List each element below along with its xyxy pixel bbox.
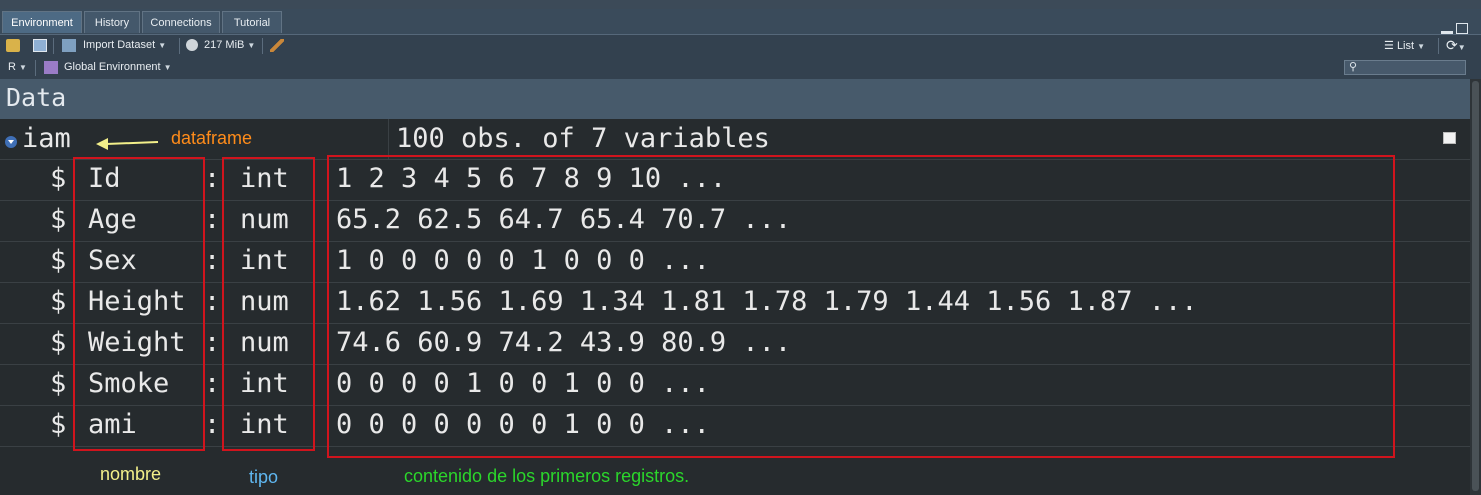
import-dataset-label: Import Dataset — [83, 39, 156, 51]
colon-separator: : — [204, 327, 221, 358]
annotation-contenido: contenido de los primeros registros. — [404, 466, 690, 486]
chevron-down-icon: ▼ — [19, 63, 27, 72]
open-workspace-icon[interactable] — [6, 39, 20, 52]
scrollbar-thumb[interactable] — [1472, 81, 1479, 491]
name-column-highlight — [73, 157, 205, 451]
section-title: Data — [6, 83, 67, 112]
dollar-sign: $ — [50, 327, 67, 358]
memory-usage-label: 217 MiB — [204, 39, 245, 51]
annotation-arrow-icon — [96, 138, 159, 150]
chevron-down-icon: ▼ — [163, 63, 172, 72]
tab-connections[interactable]: Connections — [142, 11, 220, 33]
colon-separator: : — [204, 368, 221, 399]
environment-icon — [44, 61, 58, 74]
window-top-strip — [0, 0, 1481, 9]
annotation-nombre: nombre — [100, 464, 162, 484]
tab-environment[interactable]: Environment — [2, 11, 82, 33]
chevron-down-icon: ▼ — [158, 41, 167, 50]
tab-history[interactable]: History — [84, 11, 140, 33]
chevron-down-icon: ▼ — [247, 41, 256, 50]
annotation-tipo: tipo — [249, 467, 279, 487]
vertical-scrollbar[interactable] — [1470, 79, 1481, 495]
language-select[interactable]: R ▼ — [8, 61, 27, 73]
colon-separator: : — [204, 163, 221, 194]
dollar-sign: $ — [50, 409, 67, 440]
dollar-sign: $ — [50, 163, 67, 194]
dollar-sign: $ — [50, 368, 67, 399]
dollar-sign: $ — [50, 204, 67, 235]
maximize-icon[interactable] — [1456, 23, 1468, 34]
collapse-icon[interactable] — [5, 136, 17, 148]
search-input[interactable]: ⚲ — [1344, 60, 1466, 75]
minimize-icon[interactable] — [1441, 31, 1453, 34]
language-label: R — [8, 61, 16, 73]
broom-icon[interactable] — [270, 39, 284, 52]
scope-toolbar: R ▼ Global Environment ▼ ⚲ — [0, 57, 1481, 80]
chevron-down-icon: ▼ — [1417, 42, 1426, 51]
view-table-icon[interactable] — [1443, 132, 1456, 144]
section-header: Data — [0, 79, 1470, 119]
memory-pie-icon — [186, 39, 198, 51]
colon-separator: : — [204, 245, 221, 276]
colon-separator: : — [204, 286, 221, 317]
object-name: iam — [22, 123, 71, 154]
object-description: 100 obs. of 7 variables — [396, 123, 770, 154]
colon-separator: : — [204, 204, 221, 235]
environment-toolbar: Import Dataset ▼ 217 MiB ▼ ☰ List ▼ ⟳▼ — [0, 35, 1481, 58]
annotation-dataframe: dataframe — [171, 128, 253, 148]
tab-tutorial[interactable]: Tutorial — [222, 11, 282, 33]
refresh-icon[interactable]: ⟳▼ — [1446, 37, 1466, 54]
view-mode-button[interactable]: ☰ List ▼ — [1384, 39, 1425, 52]
type-column-highlight — [222, 157, 315, 451]
save-workspace-icon[interactable] — [33, 39, 47, 52]
colon-separator: : — [204, 409, 221, 440]
view-mode-label: List — [1396, 40, 1415, 52]
environment-label: Global Environment — [64, 61, 161, 73]
dollar-sign: $ — [50, 286, 67, 317]
list-icon: ☰ — [1384, 40, 1394, 52]
import-dataset-button[interactable]: Import Dataset ▼ — [83, 39, 166, 51]
memory-usage-button[interactable]: 217 MiB ▼ — [204, 39, 255, 51]
pane-tab-bar: Environment History Connections Tutorial — [0, 9, 1481, 35]
import-dataset-icon — [62, 39, 76, 52]
environment-select[interactable]: Global Environment ▼ — [64, 61, 172, 73]
dollar-sign: $ — [50, 245, 67, 276]
values-column-highlight — [327, 155, 1395, 458]
search-icon: ⚲ — [1349, 61, 1358, 73]
